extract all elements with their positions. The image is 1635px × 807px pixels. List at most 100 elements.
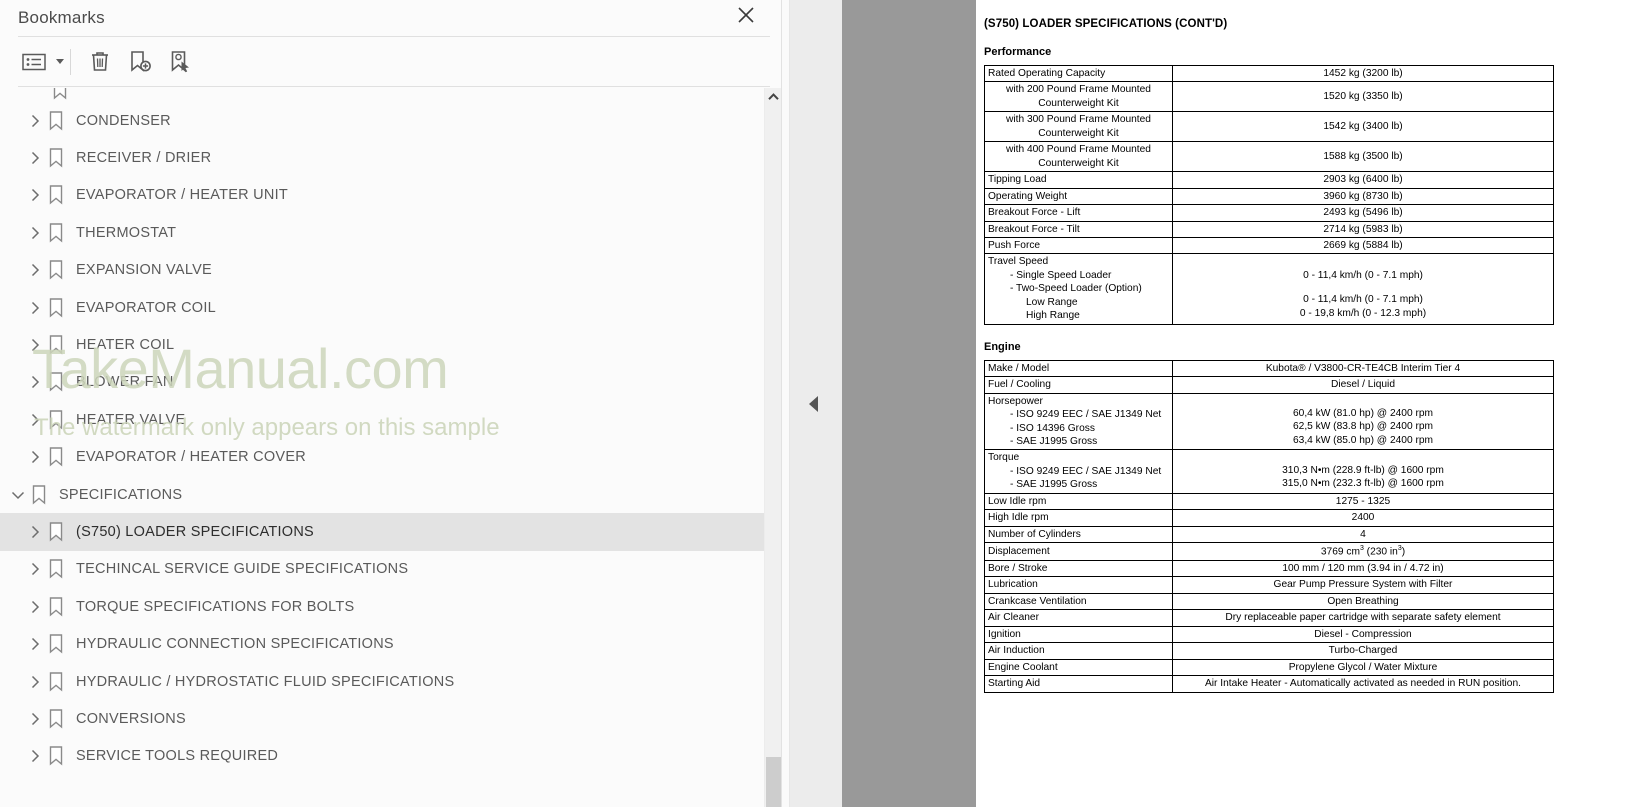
chevron-right-icon[interactable] — [24, 700, 46, 737]
spec-value-cell: 310,3 N•m (228.9 ft-lb) @ 1600 rpm 315,0 … — [1172, 449, 1554, 494]
bookmark-item-blower-fan[interactable]: BLOWER FAN — [0, 364, 765, 401]
chevron-right-icon[interactable] — [24, 140, 46, 177]
trash-icon[interactable] — [80, 45, 120, 79]
chevron-right-icon[interactable] — [24, 401, 46, 438]
close-icon[interactable] — [731, 0, 761, 30]
spec-value-cell: Propylene Glycol / Water Mixture — [1172, 658, 1554, 677]
chevron-right-icon[interactable] — [24, 177, 46, 214]
bookmark-item-evaporator-heater-unit[interactable]: EVAPORATOR / HEATER UNIT — [0, 177, 765, 214]
bookmark-icon — [46, 327, 66, 364]
bookmark-item-condenser[interactable]: CONDENSER — [0, 102, 765, 139]
pdf-reader-window: Bookmarks CONDENSER RECEIVER / DRIER EVA… — [0, 0, 1635, 807]
table-row: Lubrication Gear Pump Pressure System wit… — [984, 576, 1554, 594]
scrollbar-thumb[interactable] — [766, 757, 781, 807]
chevron-right-icon[interactable] — [24, 626, 46, 663]
spec-value-cell: 0 - 11,4 km/h (0 - 7.1 mph) 0 - 11,4 km/h… — [1172, 253, 1554, 325]
spec-key-cell: Ignition — [984, 625, 1173, 644]
spec-value-cell: 3769 cm3 (230 in3) — [1172, 542, 1554, 561]
bookmarks-panel: Bookmarks CONDENSER RECEIVER / DRIER EVA… — [0, 0, 782, 807]
bookmark-item-specifications[interactable]: SPECIFICATIONS — [0, 476, 765, 513]
table-row: Push Force 2669 kg (5884 lb) — [984, 236, 1554, 255]
bookmark-item-hydraulic-hydrostatic-fluid-specifications[interactable]: HYDRAULIC / HYDROSTATIC FLUID SPECIFICAT… — [0, 663, 765, 700]
spec-value-cell: Open Breathing — [1172, 592, 1554, 611]
bookmark-item-expansion-valve[interactable]: EXPANSION VALVE — [0, 252, 765, 289]
table-row: Number of Cylinders 4 — [984, 525, 1554, 544]
table-row: with 400 Pound Frame Mounted Counterweigh… — [984, 141, 1554, 173]
document-viewer[interactable]: (S750) LOADER SPECIFICATIONS (CONT'D) Pe… — [842, 0, 1635, 807]
bookmark-item-label: EVAPORATOR / HEATER UNIT — [76, 187, 288, 204]
partial-row-above — [0, 88, 765, 102]
spec-value-cell: 2669 kg (5884 lb) — [1172, 236, 1554, 255]
panel-splitter[interactable] — [782, 0, 790, 807]
collapse-panel-button[interactable] — [790, 0, 842, 807]
chevron-right-icon[interactable] — [24, 102, 46, 139]
bookmark-item-techincal-service-guide-specifications[interactable]: TECHINCAL SERVICE GUIDE SPECIFICATIONS — [0, 551, 765, 588]
spec-key-cell: Torque - ISO 9249 EEC / SAE J1349 Net - SA… — [984, 449, 1173, 494]
bookmark-item-thermostat[interactable]: THERMOSTAT — [0, 214, 765, 251]
section-heading: Performance — [984, 46, 1052, 58]
chevron-right-icon[interactable] — [24, 439, 46, 476]
scroll-up-arrow-icon[interactable] — [765, 88, 782, 105]
chevron-down-icon[interactable] — [56, 59, 64, 64]
bookmark-item-receiver-drier[interactable]: RECEIVER / DRIER — [0, 139, 765, 176]
table-row: Tipping Load 2903 kg (6400 lb) — [984, 171, 1554, 189]
chevron-right-icon[interactable] — [24, 289, 46, 326]
spec-key-cell: with 200 Pound Frame Mounted Counterweigh… — [984, 81, 1173, 113]
new-bookmark-icon[interactable] — [120, 45, 160, 79]
bookmark-item-heater-valve[interactable]: HEATER VALVE — [0, 401, 765, 438]
bookmarks-tree[interactable]: CONDENSER RECEIVER / DRIER EVAPORATOR / HE… — [0, 88, 765, 807]
chevron-right-icon[interactable] — [24, 588, 46, 625]
spec-value-cell: Dry replaceable paper cartridge with sep… — [1172, 609, 1554, 627]
table-row: with 200 Pound Frame Mounted Counterweigh… — [984, 81, 1554, 113]
bookmark-item-service-tools-required[interactable]: SERVICE TOOLS REQUIRED — [0, 738, 765, 775]
bookmark-item-heater-coil[interactable]: HEATER COIL — [0, 326, 765, 363]
spec-key-cell: Low Idle rpm — [984, 492, 1173, 511]
bookmark-item-conversions[interactable]: CONVERSIONS — [0, 700, 765, 737]
table-row: Ignition Diesel - Compression — [984, 625, 1554, 644]
bookmark-item-label: THERMOSTAT — [76, 224, 177, 241]
chevron-right-icon[interactable] — [24, 663, 46, 700]
spec-value-cell: 100 mm / 120 mm (3.94 in / 4.72 in) — [1172, 559, 1554, 578]
bookmark-pointer-icon[interactable] — [160, 45, 200, 79]
bookmark-item-evaporator-coil[interactable]: EVAPORATOR COIL — [0, 289, 765, 326]
spec-key-cell: Rated Operating Capacity — [984, 64, 1173, 83]
spec-key-cell: Breakout Force - Tilt — [984, 220, 1173, 238]
spec-value-cell: Diesel - Compression — [1172, 625, 1554, 644]
spec-value-cell: 60,4 kW (81.0 hp) @ 2400 rpm 62,5 kW (83.… — [1172, 392, 1554, 451]
spec-value-cell: 1588 kg (3500 lb) — [1172, 141, 1554, 173]
spec-key-cell: with 300 Pound Frame Mounted Counterweigh… — [984, 111, 1173, 143]
chevron-right-icon[interactable] — [24, 513, 46, 550]
bookmark-item-torque-specifications-for-bolts[interactable]: TORQUE SPECIFICATIONS FOR BOLTS — [0, 588, 765, 625]
bookmarks-scrollbar[interactable] — [764, 88, 781, 807]
chevron-down-icon[interactable] — [7, 476, 29, 513]
spec-table: Make / Model Kubota® / V3800-CR-TE4CB Int… — [984, 359, 1554, 693]
chevron-right-icon[interactable] — [24, 214, 46, 251]
spec-value-cell: 4 — [1172, 525, 1554, 544]
list-options-icon[interactable] — [16, 45, 52, 79]
table-row: Engine Coolant Propylene Glycol / Water M… — [984, 658, 1554, 677]
chevron-right-icon[interactable] — [24, 551, 46, 588]
spec-value-cell: Turbo-Charged — [1172, 642, 1554, 660]
bookmark-icon — [46, 439, 66, 476]
table-row: Travel Speed - Single Speed Loader - Two-S… — [984, 253, 1554, 325]
table-row: Rated Operating Capacity 1452 kg (3200 lb… — [984, 64, 1554, 83]
bookmark-item-s750-loader-specifications[interactable]: (S750) LOADER SPECIFICATIONS — [0, 513, 765, 551]
spec-key-cell: Breakout Force - Lift — [984, 204, 1173, 222]
table-row: Air Cleaner Dry replaceable paper cartrid… — [984, 609, 1554, 627]
spec-key-cell: Horsepower - ISO 9249 EEC / SAE J1349 Net… — [984, 392, 1173, 451]
chevron-right-icon[interactable] — [24, 327, 46, 364]
spec-value-cell: 1542 kg (3400 lb) — [1172, 111, 1554, 143]
spec-key-cell: Crankcase Ventilation — [984, 592, 1173, 611]
collapse-left-icon[interactable] — [808, 395, 818, 412]
chevron-right-icon[interactable] — [24, 364, 46, 401]
chevron-right-icon[interactable] — [24, 738, 46, 775]
spec-key-cell: Air Cleaner — [984, 609, 1173, 627]
bookmark-icon — [52, 88, 68, 100]
chevron-right-icon[interactable] — [24, 252, 46, 289]
bookmark-item-label: SPECIFICATIONS — [59, 486, 183, 503]
spec-key-cell: Starting Aid — [984, 675, 1173, 693]
spec-key-cell: Displacement — [984, 542, 1173, 561]
bookmark-item-evaporator-heater-cover[interactable]: EVAPORATOR / HEATER COVER — [0, 439, 765, 476]
table-row: Bore / Stroke 100 mm / 120 mm (3.94 in / … — [984, 559, 1554, 578]
bookmark-item-hydraulic-connection-specifications[interactable]: HYDRAULIC CONNECTION SPECIFICATIONS — [0, 625, 765, 662]
